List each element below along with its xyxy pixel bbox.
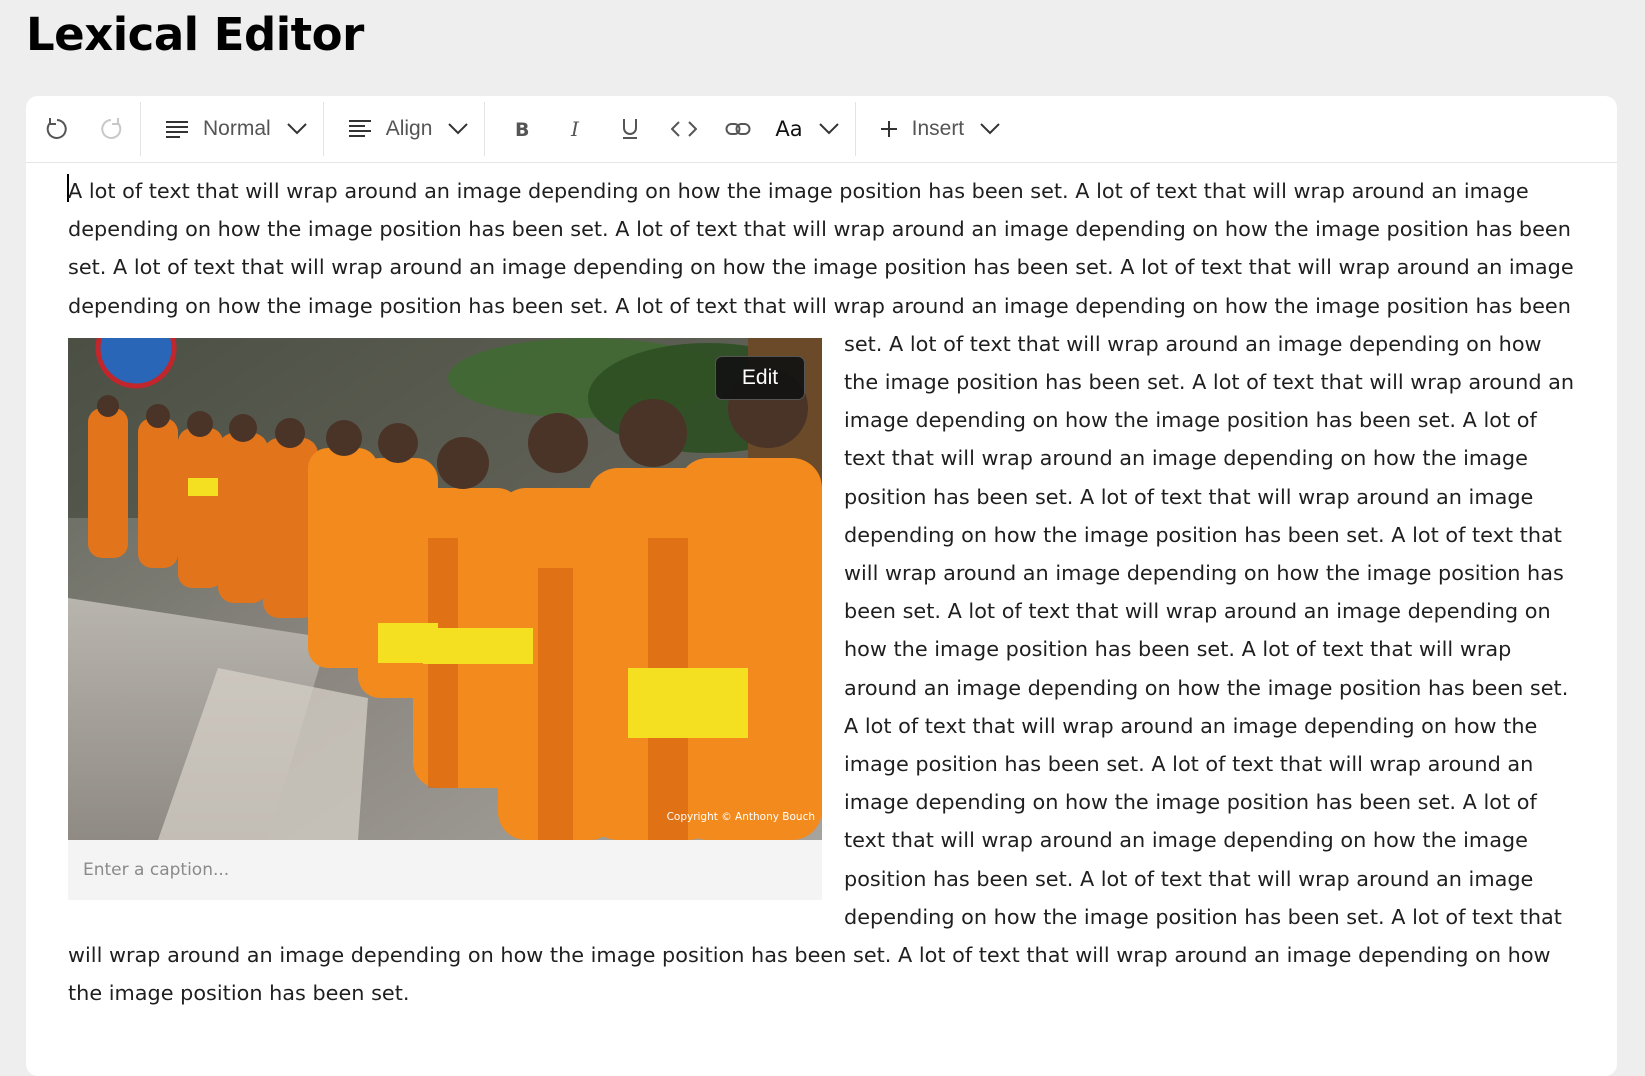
block-type-dropdown[interactable]: Normal bbox=[143, 96, 321, 162]
italic-icon: I bbox=[570, 118, 580, 140]
align-dropdown[interactable]: Align bbox=[326, 96, 483, 162]
chevron-down-icon bbox=[980, 123, 1000, 135]
svg-text:I: I bbox=[570, 118, 580, 140]
font-dropdown[interactable]: Aa bbox=[765, 96, 852, 162]
toolbar-divider bbox=[484, 102, 486, 156]
insert-dropdown[interactable]: Insert bbox=[858, 96, 1015, 162]
editor-shell: Normal Align B I Aa Insert A lot of text… bbox=[26, 96, 1617, 1076]
editor-content[interactable]: A lot of text that will wrap around an i… bbox=[68, 172, 1578, 1012]
editor-paragraph-lines-above-image[interactable]: A lot of text that will wrap around an i… bbox=[68, 179, 1574, 318]
editor-paragraph[interactable]: A lot of text that will wrap around an i… bbox=[68, 179, 1574, 1005]
chevron-down-icon bbox=[818, 123, 839, 135]
image-photo: Edit Copyright © Anthony Bouch bbox=[68, 337, 822, 840]
align-label: Align bbox=[385, 117, 433, 140]
plus-icon bbox=[880, 121, 897, 137]
link-icon bbox=[725, 123, 751, 135]
chevron-down-icon bbox=[448, 123, 469, 135]
image-copyright: Copyright © Anthony Bouch bbox=[666, 810, 815, 823]
image-edit-button[interactable]: Edit bbox=[715, 355, 805, 400]
toolbar-divider bbox=[322, 102, 324, 156]
underline-icon bbox=[623, 119, 638, 139]
svg-text:B: B bbox=[515, 119, 529, 140]
undo-icon bbox=[46, 118, 67, 139]
inline-image[interactable]: Edit Copyright © Anthony Bouch Enter a c… bbox=[68, 337, 822, 900]
link-button[interactable] bbox=[711, 96, 765, 162]
chevron-down-icon bbox=[286, 123, 307, 135]
monks-photo-image bbox=[68, 337, 822, 840]
align-left-icon bbox=[348, 120, 371, 137]
italic-button[interactable]: I bbox=[549, 96, 603, 162]
redo-button[interactable] bbox=[84, 96, 138, 162]
page-title: Lexical Editor bbox=[26, 8, 364, 61]
font-label: Aa bbox=[775, 117, 803, 141]
undo-button[interactable] bbox=[30, 96, 84, 162]
toolbar: Normal Align B I Aa Insert bbox=[26, 96, 1617, 163]
image-caption-input[interactable]: Enter a caption... bbox=[68, 839, 822, 900]
code-button[interactable] bbox=[657, 96, 711, 162]
code-icon bbox=[671, 121, 698, 137]
toolbar-divider bbox=[140, 102, 141, 156]
block-type-label: Normal bbox=[203, 117, 271, 140]
toolbar-divider bbox=[854, 102, 856, 156]
insert-label: Insert bbox=[911, 117, 965, 140]
paragraph-icon bbox=[166, 121, 188, 138]
redo-icon bbox=[101, 118, 122, 139]
underline-button[interactable] bbox=[603, 96, 657, 162]
bold-icon: B bbox=[515, 119, 529, 140]
bold-button[interactable]: B bbox=[495, 96, 549, 162]
